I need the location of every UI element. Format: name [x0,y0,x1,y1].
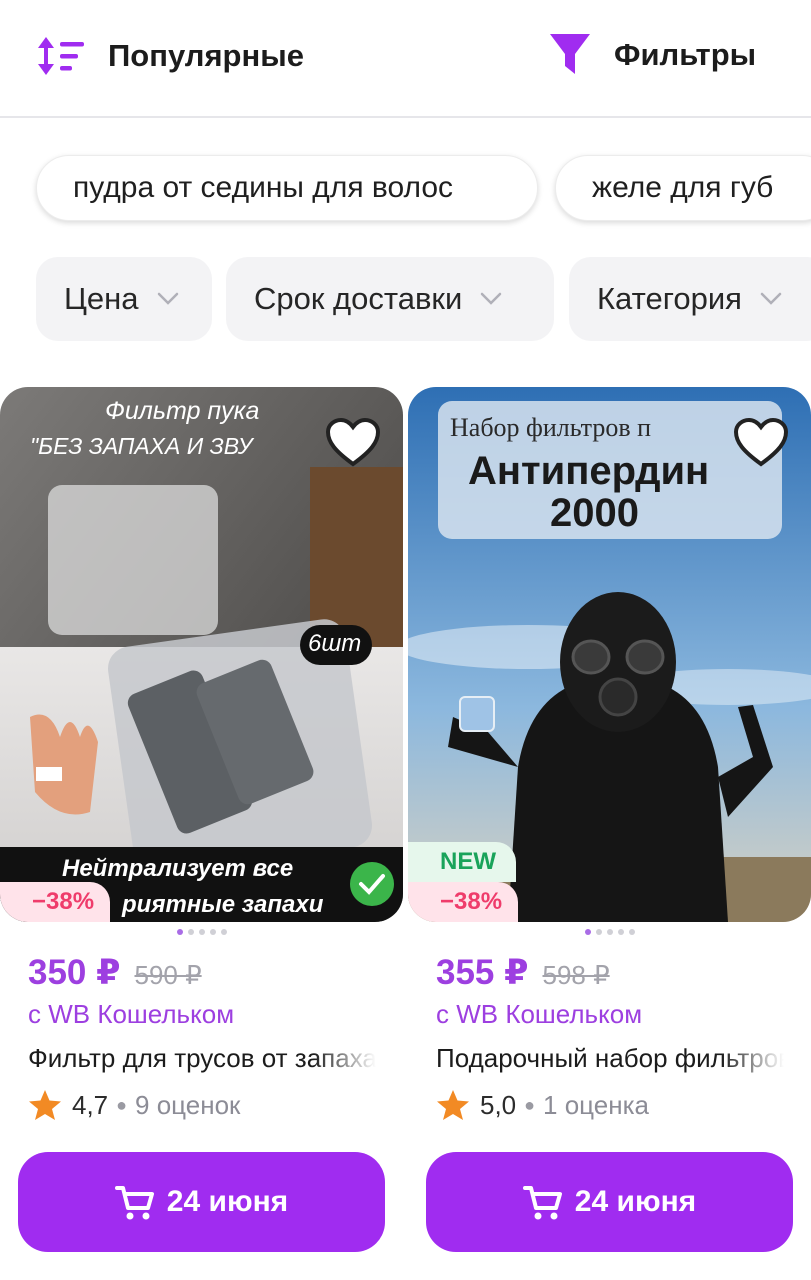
product-card[interactable]: Набор фильтров п Антипердин 2000 NEW −38… [408,387,811,1252]
cart-icon [522,1186,562,1220]
new-badge: NEW [408,842,516,882]
sort-button[interactable]: Популярные [38,34,304,78]
add-to-cart-button[interactable]: 24 июня [426,1152,793,1252]
price-row: 355 ₽ 598 ₽ [436,953,610,993]
rating-value: 5,0 [480,1089,517,1120]
wallet-note: с WB Кошельком [436,999,643,1029]
discount-badge: −38% [408,882,519,922]
image-caption: Нейтрализует все [62,855,294,882]
star-icon [29,1090,61,1120]
price-row: 350 ₽ 590 ₽ [28,953,202,993]
filter-delivery-label: Срок доставки [254,281,463,316]
product-image[interactable]: Фильтр пука "БЕЗ ЗАПАХА И ЗВУ 6шт Нейтра… [0,387,403,922]
delivery-date: 24 июня [574,1185,697,1218]
separator-dot: ● [116,1094,128,1115]
sort-icon [38,37,84,75]
image-pagination [0,929,403,935]
chevron-down-icon [481,292,502,305]
review-count[interactable]: 9 оценок [135,1090,240,1121]
heart-icon[interactable] [325,417,381,469]
product-image[interactable]: Набор фильтров п Антипердин 2000 NEW −38… [408,387,811,922]
pagination-dot [198,929,205,935]
image-caption: 2000 [550,491,639,535]
image-caption: Фильтр пука [105,397,260,425]
image-count-label: 6шт [308,630,362,657]
pagination-dot [220,929,227,935]
image-pagination [408,929,811,935]
star-icon [437,1090,469,1120]
pagination-dot [617,929,624,935]
product-card[interactable]: Фильтр пука "БЕЗ ЗАПАХА И ЗВУ 6шт Нейтра… [0,387,403,1252]
discount-badge: −38% [0,882,111,922]
wallet-note: с WB Кошельком [28,999,235,1029]
filter-delivery-time[interactable]: Срок доставки [226,257,554,341]
image-caption: риятные запахи [122,891,324,918]
filters-button[interactable]: Фильтры [548,30,756,80]
image-caption: Антипердин [468,449,710,493]
cart-icon [114,1186,154,1220]
pagination-dot [584,929,591,935]
old-price: 598 ₽ [542,960,610,990]
pagination-dot [209,929,216,935]
suggestion-chip[interactable]: желе для губ [555,155,811,221]
rating-row: 5,0 ● 1 оценка [436,1089,649,1121]
sort-label: Популярные [108,38,304,73]
pagination-dot [628,929,635,935]
filter-price[interactable]: Цена [36,257,212,341]
filter-icon [550,34,590,74]
top-bar: Популярные Фильтры [0,0,811,118]
filters-label: Фильтры [614,37,757,72]
rating-row: 4,7 ● 9 оценок [28,1089,240,1121]
pagination-dot [606,929,613,935]
delivery-date: 24 июня [166,1185,289,1218]
price: 350 ₽ [28,953,121,992]
pagination-dot [187,929,194,935]
image-caption: Набор фильтров п [450,413,652,442]
add-to-cart-button[interactable]: 24 июня [18,1152,385,1252]
image-caption: "БЕЗ ЗАПАХА И ЗВУ [30,433,253,459]
pagination-dot [176,929,183,935]
price: 355 ₽ [436,953,529,992]
pagination-dot [595,929,602,935]
rating-value: 4,7 [72,1089,109,1120]
suggestion-chip[interactable]: пудра от седины для волос [36,155,538,221]
product-title[interactable]: Фильтр для трусов от запаха [28,1043,376,1074]
chevron-down-icon [760,292,782,305]
heart-icon[interactable] [733,417,789,469]
product-title[interactable]: Подарочный набор фильтров [436,1043,784,1074]
old-price: 590 ₽ [134,960,202,990]
chevron-down-icon [157,292,178,305]
filter-category[interactable]: Категория [569,257,811,341]
filter-category-label: Категория [597,281,742,316]
filter-price-label: Цена [64,281,139,316]
separator-dot: ● [524,1094,536,1115]
review-count[interactable]: 1 оценка [543,1090,649,1121]
